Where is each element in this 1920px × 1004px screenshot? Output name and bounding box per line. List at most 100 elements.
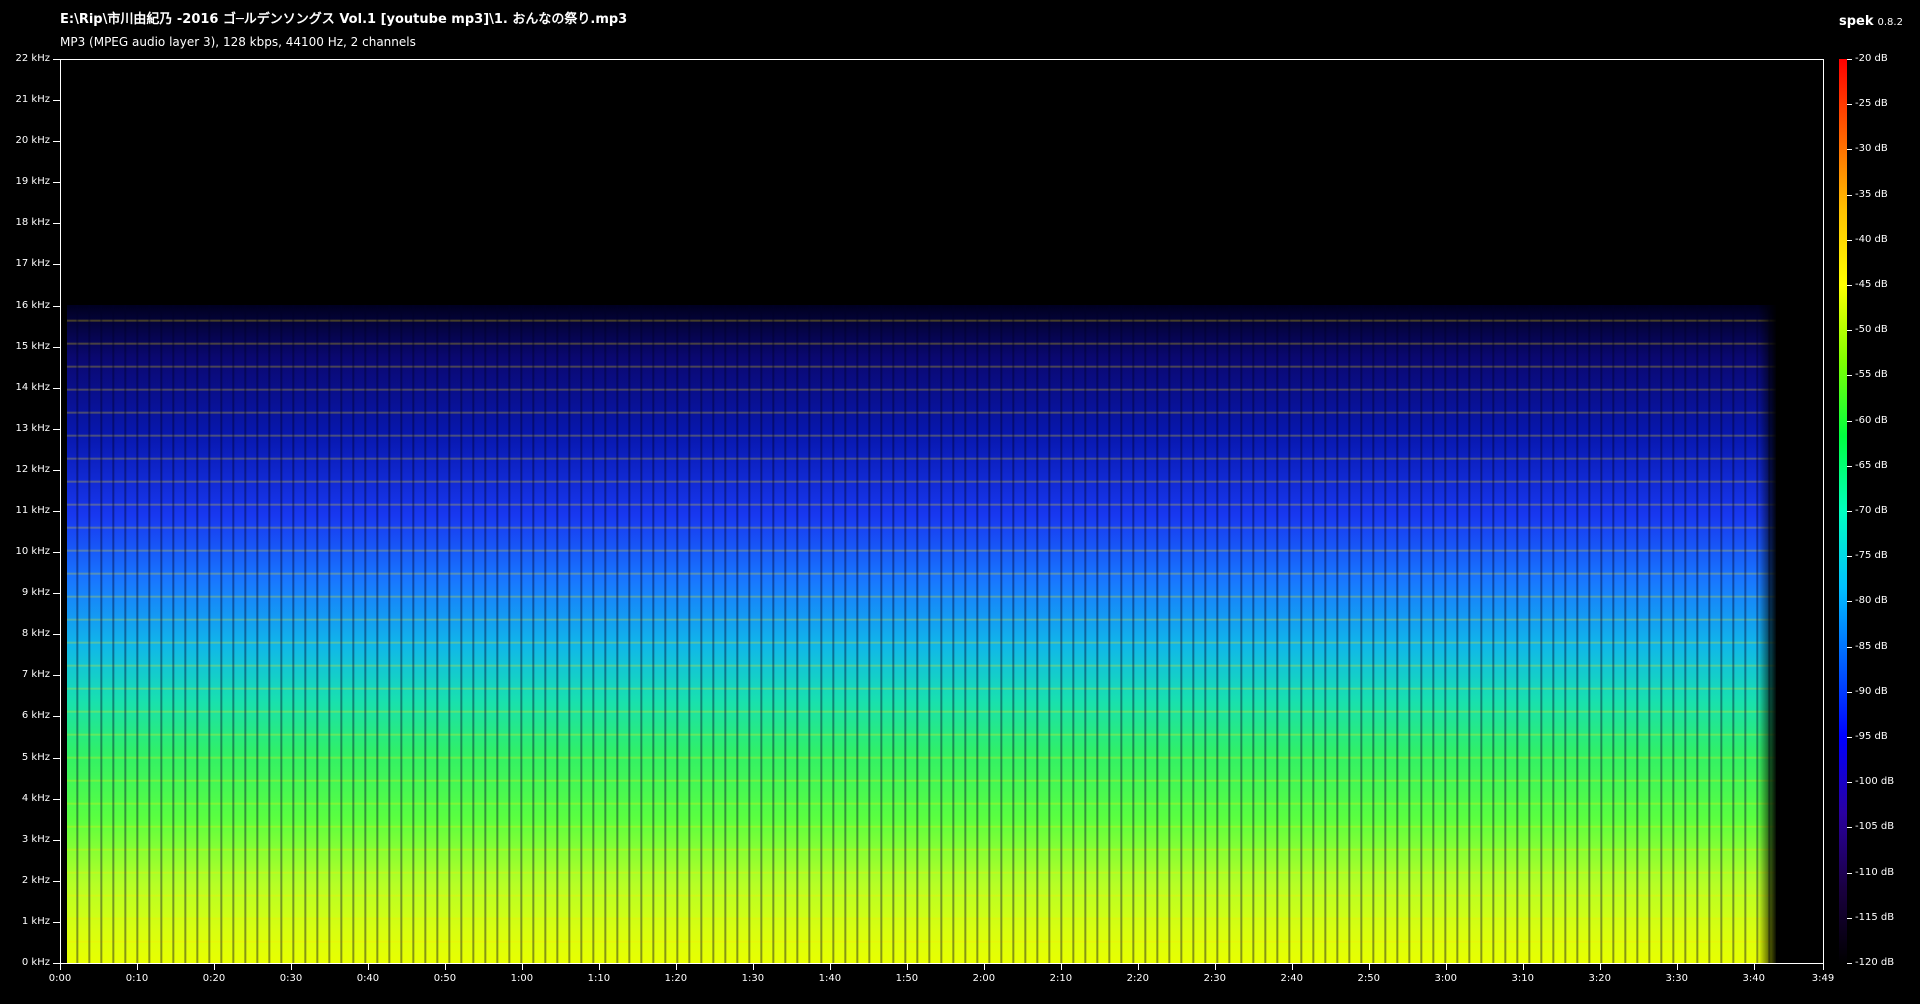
y-tick-mark <box>53 223 60 224</box>
y-tick-label: 0 kHz <box>21 957 50 968</box>
db-colorbar <box>1839 59 1847 964</box>
db-tick-mark <box>1847 647 1852 648</box>
y-tick-mark <box>53 511 60 512</box>
y-tick-label: 11 kHz <box>15 505 50 516</box>
x-tick-mark <box>1061 963 1062 970</box>
y-tick-label: 19 kHz <box>15 176 50 188</box>
y-tick-mark <box>53 922 60 923</box>
x-tick-mark <box>984 963 985 970</box>
db-tick-label: -30 dB <box>1855 143 1888 155</box>
x-tick-mark <box>368 963 369 970</box>
x-tick-label: 2:20 <box>1126 973 1150 984</box>
x-tick-mark <box>1369 963 1370 970</box>
y-tick-label: 3 kHz <box>21 833 50 845</box>
db-tick-label: -90 dB <box>1855 685 1888 697</box>
x-tick-mark <box>60 963 61 970</box>
x-tick-label: 1:20 <box>664 973 688 984</box>
db-tick-mark <box>1847 375 1852 376</box>
x-tick-label: 2:00 <box>972 973 996 984</box>
x-tick-label: 3:40 <box>1742 973 1765 984</box>
y-tick-label: 2 kHz <box>21 874 50 886</box>
y-tick-label: 10 kHz <box>15 546 50 558</box>
file-path-title: E:\Rip\市川由紀乃 -2016 ゴ─ルデンソングス Vol.1 [yout… <box>60 12 628 27</box>
y-tick-label: 20 kHz <box>15 135 50 147</box>
x-tick-mark <box>1754 963 1755 970</box>
x-tick-label: 1:10 <box>587 973 611 984</box>
db-tick-label: -85 dB <box>1855 640 1888 652</box>
x-tick-mark <box>1600 963 1601 970</box>
spectrogram-end-fade <box>1758 305 1776 963</box>
db-tick-mark <box>1847 149 1852 150</box>
x-tick-mark <box>830 963 831 970</box>
x-tick-mark <box>599 963 600 970</box>
y-tick-mark <box>53 799 60 800</box>
y-tick-mark <box>53 963 60 964</box>
spectrogram-content <box>67 305 1776 963</box>
x-tick-label: 2:10 <box>1049 973 1073 984</box>
x-tick-mark <box>1677 963 1678 970</box>
y-tick-mark <box>53 470 60 471</box>
db-tick-label: -55 dB <box>1855 369 1888 381</box>
x-tick-label: 1:30 <box>741 973 765 984</box>
x-tick-mark <box>445 963 446 970</box>
y-tick-mark <box>53 347 60 348</box>
x-tick-label: 3:00 <box>1434 973 1457 984</box>
y-tick-label: 22 kHz <box>15 53 50 64</box>
db-tick-mark <box>1847 240 1852 241</box>
y-tick-mark <box>53 675 60 676</box>
db-tick-label: -105 dB <box>1855 821 1895 833</box>
db-tick-mark <box>1847 195 1852 196</box>
db-tick-label: -70 dB <box>1855 505 1888 516</box>
db-tick-mark <box>1847 511 1852 512</box>
x-tick-label: 0:30 <box>279 973 303 984</box>
db-tick-mark <box>1847 330 1852 331</box>
x-tick-label: 0:00 <box>48 973 72 984</box>
db-tick-mark <box>1847 692 1852 693</box>
y-tick-mark <box>53 758 60 759</box>
x-tick-mark <box>1823 963 1824 970</box>
db-tick-mark <box>1847 873 1852 874</box>
db-tick-label: -40 dB <box>1855 233 1888 245</box>
app-brand: spek 0.8.2 <box>1839 12 1903 31</box>
y-tick-label: 7 kHz <box>21 669 50 681</box>
y-tick-mark <box>53 141 60 142</box>
x-tick-mark <box>907 963 908 970</box>
y-tick-label: 4 kHz <box>21 792 50 804</box>
x-tick-mark <box>1215 963 1216 970</box>
y-tick-label: 18 kHz <box>15 217 50 229</box>
y-tick-label: 1 kHz <box>21 915 50 927</box>
y-tick-mark <box>53 552 60 553</box>
db-tick-mark <box>1847 963 1852 964</box>
db-tick-mark <box>1847 737 1852 738</box>
y-tick-mark <box>53 593 60 594</box>
y-tick-label: 12 kHz <box>15 463 50 475</box>
db-tick-label: -65 dB <box>1855 459 1888 471</box>
x-tick-label: 0:40 <box>356 973 380 984</box>
x-tick-mark <box>676 963 677 970</box>
y-tick-mark <box>53 716 60 717</box>
db-tick-label: -25 dB <box>1855 98 1888 110</box>
y-tick-label: 21 kHz <box>15 94 50 106</box>
app-version: 0.8.2 <box>1877 17 1903 28</box>
db-tick-mark <box>1847 59 1852 60</box>
y-tick-mark <box>53 840 60 841</box>
y-tick-label: 17 kHz <box>15 258 50 270</box>
y-tick-mark <box>53 881 60 882</box>
app-name: spek <box>1839 14 1874 29</box>
x-tick-label: 0:10 <box>125 973 149 984</box>
y-tick-label: 8 kHz <box>21 628 50 640</box>
y-tick-mark <box>53 100 60 101</box>
db-tick-label: -95 dB <box>1855 731 1888 742</box>
x-tick-label: 2:30 <box>1203 973 1227 984</box>
y-tick-mark <box>53 429 60 430</box>
x-tick-mark <box>214 963 215 970</box>
db-tick-mark <box>1847 918 1852 919</box>
y-tick-label: 6 kHz <box>21 710 50 722</box>
x-tick-mark <box>1446 963 1447 970</box>
x-tick-mark <box>753 963 754 970</box>
x-tick-mark <box>1523 963 1524 970</box>
y-tick-label: 15 kHz <box>15 340 50 352</box>
x-tick-mark <box>137 963 138 970</box>
x-tick-label: 2:40 <box>1280 973 1304 984</box>
y-tick-mark <box>53 182 60 183</box>
